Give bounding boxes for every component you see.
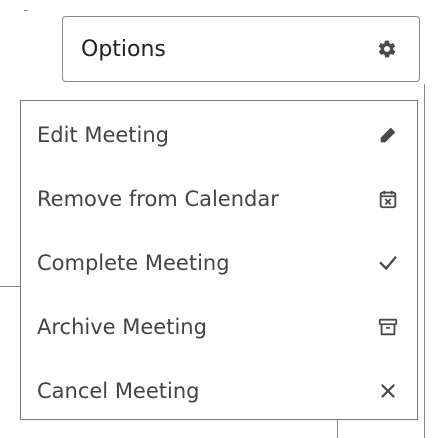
- options-button[interactable]: Options: [62, 16, 420, 82]
- menu-item-label: Cancel Meeting: [37, 379, 200, 403]
- menu-item-cancel-meeting[interactable]: Cancel Meeting: [21, 359, 417, 423]
- menu-item-remove-from-calendar[interactable]: Remove from Calendar: [21, 167, 417, 231]
- menu-item-edit-meeting[interactable]: Edit Meeting: [21, 103, 417, 167]
- calendar-remove-icon: [377, 188, 399, 210]
- background-divider: [424, 84, 425, 438]
- check-icon: [377, 252, 399, 274]
- menu-item-archive-meeting[interactable]: Archive Meeting: [21, 295, 417, 359]
- menu-item-label: Complete Meeting: [37, 251, 230, 275]
- background-divider: [24, 10, 28, 11]
- menu-item-complete-meeting[interactable]: Complete Meeting: [21, 231, 417, 295]
- pencil-icon: [377, 124, 399, 146]
- options-dropdown-menu: Edit Meeting Remove from Calendar Comple…: [20, 100, 418, 420]
- archive-icon: [377, 316, 399, 338]
- menu-item-label: Remove from Calendar: [37, 187, 279, 211]
- gear-icon: [377, 39, 397, 59]
- menu-item-label: Edit Meeting: [37, 123, 170, 147]
- options-button-label: Options: [81, 36, 166, 62]
- menu-item-label: Archive Meeting: [37, 315, 207, 339]
- close-icon: [377, 380, 399, 402]
- background-divider: [0, 286, 20, 287]
